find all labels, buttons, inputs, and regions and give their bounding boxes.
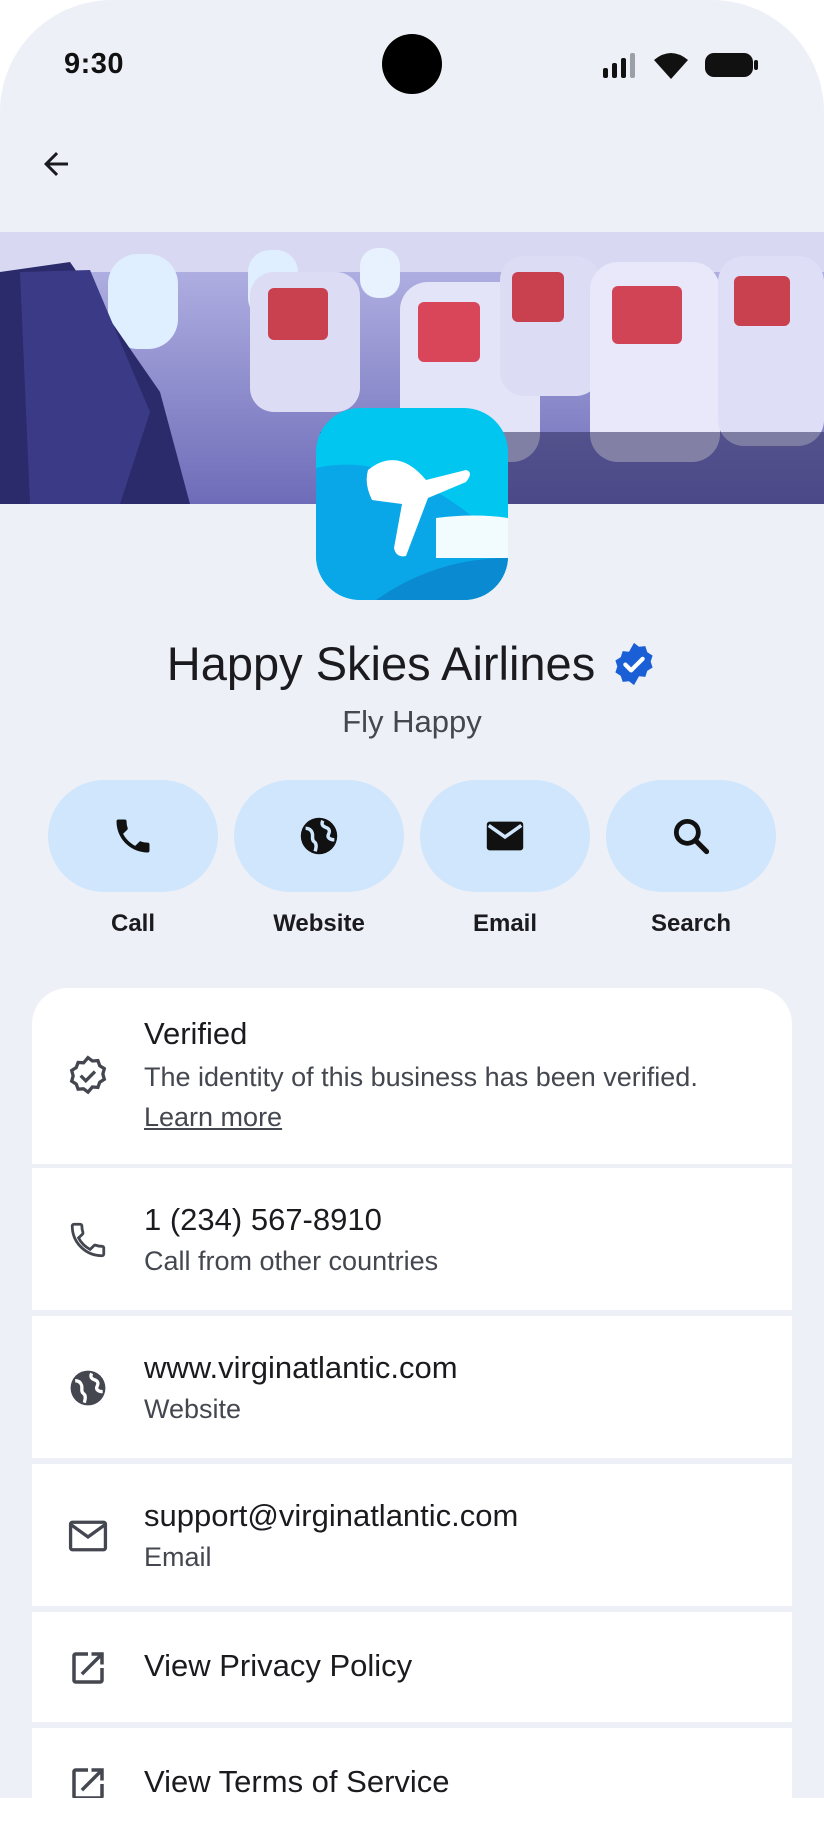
phone-card[interactable]: 1 (234) 567-8910 Call from other countri… xyxy=(32,1168,792,1310)
website-label: Website xyxy=(273,910,365,937)
terms-of-service-link: View Terms of Service xyxy=(144,1764,450,1799)
front-camera xyxy=(382,34,442,94)
terms-card[interactable]: View Terms of Service xyxy=(32,1728,792,1838)
action-row: Call Website Email Search xyxy=(48,780,776,938)
status-time: 9:30 xyxy=(64,48,125,80)
open-external-icon xyxy=(64,1760,112,1808)
search-action[interactable]: Search xyxy=(606,780,776,938)
call-label: Call xyxy=(110,910,155,937)
mail-outline-icon xyxy=(64,1512,112,1560)
website-caption: Website xyxy=(144,1394,242,1424)
status-icons xyxy=(602,50,760,80)
business-logo xyxy=(316,408,508,600)
verified-card[interactable]: Verified The identity of this business h… xyxy=(32,988,792,1164)
search-button[interactable] xyxy=(606,780,776,892)
phone-screen: 9:30 Happy Skies Airlines Fly Happy Call… xyxy=(0,0,824,1838)
arrow-back-icon xyxy=(44,152,68,176)
verified-badge-icon xyxy=(615,642,653,685)
search-icon xyxy=(673,818,710,855)
globe-icon xyxy=(300,817,338,855)
mail-icon xyxy=(486,821,524,851)
verified-title: Verified xyxy=(144,1016,248,1051)
open-external-icon xyxy=(64,1644,112,1692)
website-url: www.virginatlantic.com xyxy=(144,1350,458,1385)
email-address: support@virginatlantic.com xyxy=(144,1498,519,1533)
privacy-policy-link: View Privacy Policy xyxy=(144,1648,413,1683)
signal-icon xyxy=(603,53,635,78)
email-action[interactable]: Email xyxy=(420,780,590,938)
call-button[interactable] xyxy=(48,780,218,892)
back-button[interactable] xyxy=(32,140,80,188)
battery-icon xyxy=(705,53,758,77)
phone-number: 1 (234) 567-8910 xyxy=(144,1202,382,1237)
website-button[interactable] xyxy=(234,780,404,892)
privacy-policy-card[interactable]: View Privacy Policy xyxy=(32,1612,792,1722)
phone-icon xyxy=(116,819,150,853)
website-card[interactable]: www.virginatlantic.com Website xyxy=(32,1316,792,1458)
phone-caption: Call from other countries xyxy=(144,1246,439,1276)
email-card[interactable]: support@virginatlantic.com Email xyxy=(32,1464,792,1606)
email-button[interactable] xyxy=(420,780,590,892)
call-action[interactable]: Call xyxy=(48,780,218,938)
email-caption: Email xyxy=(144,1542,212,1572)
globe-outline-icon xyxy=(64,1364,112,1412)
business-tagline: Fly Happy xyxy=(342,704,482,739)
verified-description: The identity of this business has been v… xyxy=(144,1062,698,1092)
business-name: Happy Skies Airlines xyxy=(166,637,596,690)
business-title-row: Happy Skies Airlines xyxy=(0,636,824,691)
email-label: Email xyxy=(472,910,538,937)
learn-more-link[interactable]: Learn more xyxy=(144,1102,282,1133)
search-label: Search xyxy=(650,910,732,937)
phone-outline-icon xyxy=(64,1216,112,1264)
website-action[interactable]: Website xyxy=(234,780,404,938)
verified-outline-icon xyxy=(64,1052,112,1100)
wifi-icon xyxy=(654,53,688,79)
